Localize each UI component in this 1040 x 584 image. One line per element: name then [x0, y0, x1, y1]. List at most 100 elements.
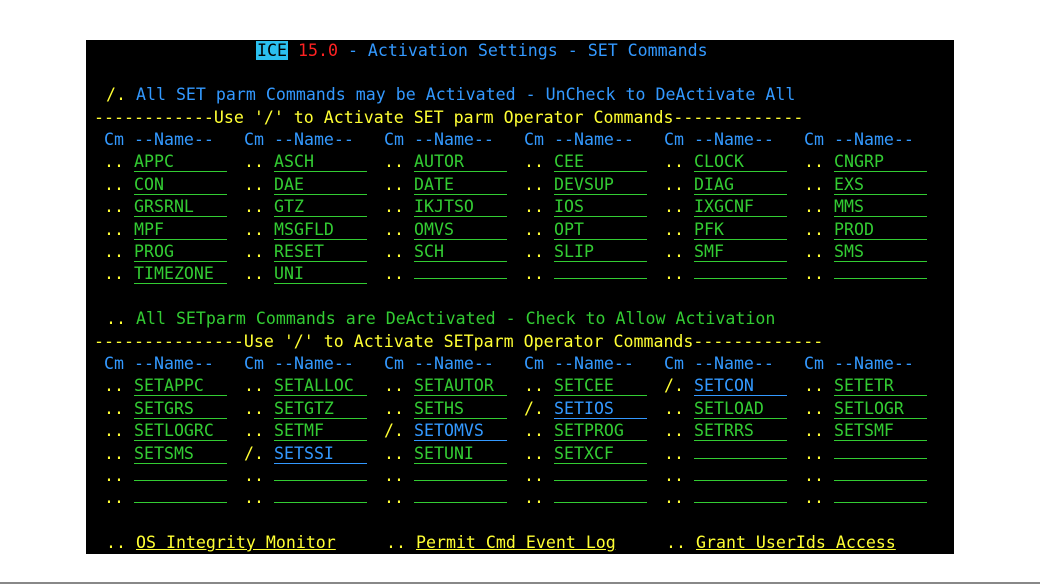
command-name-field[interactable]: SETHS [413, 399, 507, 419]
command-name-field[interactable]: SCH [413, 242, 507, 262]
select-cmd-field[interactable]: .. [384, 376, 404, 395]
select-cmd-field[interactable]: .. [664, 421, 684, 440]
command-name-field[interactable] [693, 278, 787, 280]
select-cmd-field[interactable]: .. [664, 399, 684, 418]
select-cmd-field[interactable]: .. [664, 152, 684, 171]
command-name-field[interactable]: SETUNI [413, 444, 507, 464]
command-name-field[interactable]: SETCON [693, 376, 787, 397]
command-name-field[interactable] [693, 457, 787, 459]
select-cmd-field[interactable]: .. [524, 197, 544, 216]
command-name-field[interactable] [553, 480, 647, 481]
command-name-field[interactable] [133, 502, 227, 504]
select-cmd-field[interactable]: .. [804, 376, 824, 395]
command-name-field[interactable]: CNGRP [833, 152, 927, 173]
command-name-field[interactable]: CEE [553, 152, 647, 173]
command-name-field[interactable]: EXS [833, 175, 927, 195]
command-name-field[interactable] [693, 480, 787, 481]
select-cmd-field[interactable]: .. [104, 264, 124, 283]
section1-master-cmd[interactable]: /. [106, 85, 126, 104]
command-name-field[interactable]: CLOCK [693, 152, 787, 173]
command-name-field[interactable]: GTZ [273, 197, 367, 218]
select-cmd-field[interactable]: .. [244, 242, 264, 261]
command-name-field[interactable]: DAE [273, 175, 367, 195]
select-cmd-field[interactable]: .. [664, 197, 684, 216]
select-cmd-field[interactable]: .. [104, 175, 124, 194]
select-cmd-field[interactable]: .. [384, 466, 404, 485]
select-cmd-field[interactable]: .. [384, 175, 404, 194]
command-name-field[interactable] [553, 278, 647, 280]
select-cmd-field[interactable]: .. [384, 197, 404, 216]
command-name-field[interactable] [833, 278, 927, 280]
select-cmd-field[interactable]: .. [524, 152, 544, 171]
command-name-field[interactable]: RESET [273, 242, 367, 262]
select-cmd-field[interactable]: .. [804, 466, 824, 485]
command-name-field[interactable] [413, 278, 507, 280]
select-cmd-field[interactable]: .. [384, 220, 404, 239]
command-name-field[interactable]: SETSSI [273, 444, 367, 464]
grant-userids-access-link[interactable]: Grant UserIds Access [696, 533, 896, 552]
select-cmd-field[interactable]: .. [664, 466, 684, 485]
command-name-field[interactable]: MSGFLD [273, 220, 367, 240]
select-cmd-field[interactable]: .. [104, 488, 124, 507]
select-cmd-field[interactable]: /. [384, 421, 404, 440]
select-cmd-field[interactable]: .. [524, 488, 544, 507]
command-name-field[interactable]: ASCH [273, 152, 367, 173]
command-name-field[interactable]: SETAUTOR [413, 376, 507, 397]
select-cmd-field[interactable]: .. [524, 242, 544, 261]
command-name-field[interactable]: SETLOGRC [133, 421, 227, 442]
footer-cmd[interactable]: .. [106, 533, 126, 552]
os-integrity-monitor-link[interactable]: OS Integrity Monitor [136, 533, 336, 552]
select-cmd-field[interactable]: .. [804, 152, 824, 171]
command-name-field[interactable]: APPC [133, 152, 227, 173]
command-name-field[interactable]: SLIP [553, 242, 647, 262]
command-name-field[interactable] [133, 480, 227, 481]
select-cmd-field[interactable]: .. [104, 242, 124, 261]
select-cmd-field[interactable]: .. [804, 488, 824, 507]
command-name-field[interactable] [413, 502, 507, 504]
command-name-field[interactable]: PROG [133, 242, 227, 262]
command-name-field[interactable]: SETXCF [553, 444, 647, 464]
select-cmd-field[interactable]: .. [104, 421, 124, 440]
select-cmd-field[interactable]: .. [524, 376, 544, 395]
select-cmd-field[interactable]: .. [664, 444, 684, 463]
select-cmd-field[interactable]: .. [104, 466, 124, 485]
select-cmd-field[interactable]: .. [524, 466, 544, 485]
select-cmd-field[interactable]: .. [384, 444, 404, 463]
permit-cmd-event-log-link[interactable]: Permit Cmd Event Log [416, 533, 616, 552]
select-cmd-field[interactable]: .. [104, 376, 124, 395]
select-cmd-field[interactable]: .. [384, 242, 404, 261]
command-name-field[interactable]: SETLOGR [833, 399, 927, 419]
command-name-field[interactable]: SETALLOC [273, 376, 367, 397]
select-cmd-field[interactable]: .. [524, 421, 544, 440]
select-cmd-field[interactable]: .. [244, 197, 264, 216]
footer-cmd[interactable]: .. [666, 533, 686, 552]
command-name-field[interactable]: SETSMS [133, 444, 227, 464]
select-cmd-field[interactable]: .. [804, 399, 824, 418]
command-name-field[interactable]: CON [133, 175, 227, 195]
command-name-field[interactable] [833, 480, 927, 481]
command-name-field[interactable]: MMS [833, 197, 927, 218]
select-cmd-field[interactable]: .. [244, 152, 264, 171]
command-name-field[interactable]: SETGTZ [273, 399, 367, 419]
command-name-field[interactable] [273, 502, 367, 504]
select-cmd-field[interactable]: .. [244, 175, 264, 194]
select-cmd-field[interactable]: .. [104, 197, 124, 216]
command-name-field[interactable]: IKJTSO [413, 197, 507, 218]
command-name-field[interactable]: SETCEE [553, 376, 647, 397]
select-cmd-field[interactable]: .. [804, 242, 824, 261]
select-cmd-field[interactable]: .. [524, 264, 544, 283]
select-cmd-field[interactable]: .. [384, 152, 404, 171]
select-cmd-field[interactable]: .. [804, 444, 824, 463]
select-cmd-field[interactable]: .. [384, 488, 404, 507]
select-cmd-field[interactable]: .. [244, 220, 264, 239]
command-name-field[interactable]: SETMF [273, 421, 367, 442]
select-cmd-field[interactable]: /. [524, 399, 544, 418]
select-cmd-field[interactable]: .. [104, 152, 124, 171]
command-name-field[interactable]: PROD [833, 220, 927, 240]
command-name-field[interactable]: OPT [553, 220, 647, 240]
command-name-field[interactable]: SETOMVS [413, 421, 507, 442]
select-cmd-field[interactable]: .. [524, 444, 544, 463]
select-cmd-field[interactable]: .. [384, 399, 404, 418]
command-name-field[interactable] [833, 457, 927, 459]
select-cmd-field[interactable]: .. [524, 220, 544, 239]
